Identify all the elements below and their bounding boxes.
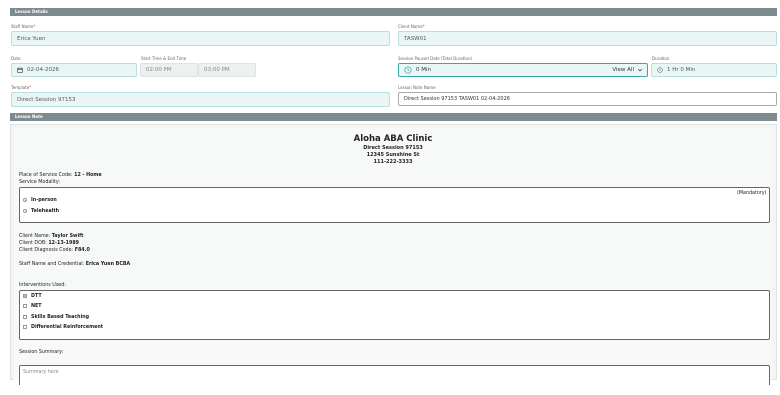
template-label: Template* xyxy=(11,85,32,90)
duration-value: 1 Hr 0 Min xyxy=(667,67,696,73)
mandatory-text: (Mandatory) xyxy=(737,191,767,196)
lesson-note-name-label: Lesson Note Name xyxy=(398,85,436,90)
session-paused-value: 0 Min xyxy=(416,67,432,73)
staff-credential-line: Staff Name and Credential: Erica Yuen BC… xyxy=(19,262,131,267)
session-paused-label: Session Paused Date (Total Duration) xyxy=(398,56,473,61)
time-label: Start Time & End Time xyxy=(141,56,187,61)
session-title: Direct Session 97153 xyxy=(363,145,423,151)
date-field[interactable]: 02-04-2026 xyxy=(11,63,137,77)
skills-based-teaching-label: Skills Based Teaching xyxy=(31,315,90,320)
dtt-label: DTT xyxy=(31,294,42,299)
lesson-note-name-field[interactable]: Direct Session 97153 TASW01 02-04-2026 xyxy=(398,92,777,106)
telehealth-radio[interactable] xyxy=(23,209,27,213)
staff-name-value: Erica Yuen xyxy=(17,35,46,42)
place-of-service: Place of Service Code: 12 - Home xyxy=(19,173,102,178)
staff-name-field[interactable]: Erica Yuen xyxy=(11,31,390,46)
lesson-note-header: Lesson Note xyxy=(10,113,777,121)
differential-reinforcement-checkbox[interactable] xyxy=(23,325,27,329)
session-summary-input[interactable]: Summary here xyxy=(19,365,770,385)
date-value: 02-04-2026 xyxy=(27,67,59,73)
lesson-note-name-value: Direct Session 97153 TASW01 02-04-2026 xyxy=(404,96,510,102)
service-modality-box xyxy=(19,187,770,223)
start-time-field[interactable]: 02:00 PM xyxy=(140,63,198,77)
telehealth-label: Telehealth xyxy=(31,209,60,214)
duration-label: Duration xyxy=(652,56,670,61)
clinic-name: Aloha ABA Clinic xyxy=(353,134,433,144)
diagnosis-line: Client Diagnosis Code: F84.0 xyxy=(19,248,90,253)
template-value: Direct Session 97153 xyxy=(17,96,76,103)
clock-icon xyxy=(657,67,663,73)
lesson-note-body xyxy=(14,128,772,380)
client-name-label: Client Name* xyxy=(398,24,425,29)
template-field[interactable]: Direct Session 97153 xyxy=(11,92,390,107)
client-name-field[interactable]: TASW01 xyxy=(398,31,777,46)
net-label: NET xyxy=(31,304,42,309)
clinic-phone: 111-222-3333 xyxy=(373,159,413,165)
summary-placeholder: Summary here xyxy=(23,370,59,375)
service-modality-label: Service Modality: xyxy=(19,180,60,185)
end-time-field[interactable]: 03:00 PM xyxy=(198,63,256,77)
lesson-details-header: Lesson Details xyxy=(10,8,777,16)
calendar-icon xyxy=(17,67,23,73)
date-label: Date xyxy=(11,56,21,61)
interventions-label: Interventions Used: xyxy=(19,283,66,288)
in-person-label: In-person xyxy=(31,198,57,203)
duration-field[interactable]: 1 Hr 0 Min xyxy=(651,63,777,77)
view-all-button[interactable]: View All xyxy=(612,67,634,73)
chevron-down-icon[interactable] xyxy=(637,67,643,75)
staff-name-label: Staff Name* xyxy=(11,24,36,29)
client-dob-line: Client DOB: 12-13-1989 xyxy=(19,241,80,246)
client-name-line: Client Name: Taylor Swift xyxy=(19,234,84,239)
end-time-value: 03:00 PM xyxy=(204,67,230,73)
differential-reinforcement-label: Differential Reinforcement xyxy=(31,325,104,330)
skills-based-teaching-checkbox[interactable] xyxy=(23,315,27,319)
clock-icon xyxy=(404,66,412,74)
session-summary-label: Session Summary: xyxy=(19,350,64,355)
net-checkbox[interactable] xyxy=(23,304,27,308)
in-person-radio[interactable] xyxy=(23,198,27,202)
interventions-box xyxy=(19,290,770,340)
session-paused-field[interactable]: 0 Min View All xyxy=(398,63,648,77)
start-time-value: 02:00 PM xyxy=(146,67,172,73)
clinic-address: 12345 Sunshine St xyxy=(366,152,420,158)
client-name-value: TASW01 xyxy=(404,35,427,42)
dtt-checkbox[interactable] xyxy=(23,294,27,298)
